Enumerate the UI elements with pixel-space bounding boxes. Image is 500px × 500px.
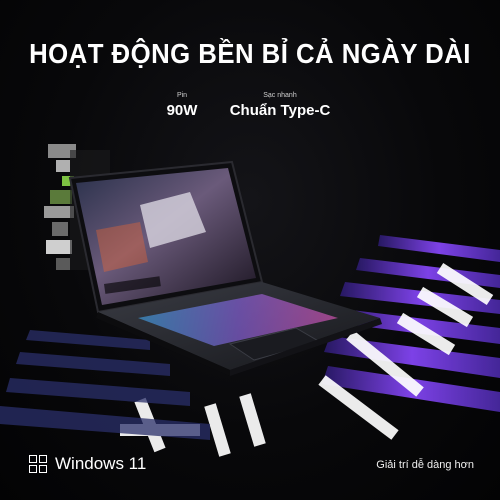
spec-battery-label: Pin	[176, 92, 188, 99]
windows-logo-icon	[29, 455, 47, 473]
tagline: Giải trí dễ dàng hơn	[376, 459, 474, 471]
background-artwork	[0, 144, 500, 457]
spec-charging-label: Sạc nhanh	[263, 92, 297, 99]
spec-battery: Pin 90W	[160, 92, 204, 119]
spec-charging: Sạc nhanh Chuẩn Type-C	[222, 92, 338, 119]
windows-branding: Windows 11	[29, 454, 146, 474]
promo-banner: HOẠT ĐỘNG BỀN BỈ CẢ NGÀY DÀI Pin 90W Sạc…	[0, 0, 500, 500]
spec-charging-value: Chuẩn Type-C	[229, 102, 331, 119]
spec-battery-value: 90W	[166, 102, 198, 119]
headline: HOẠT ĐỘNG BỀN BỈ CẢ NGÀY DÀI	[29, 38, 471, 69]
os-name: Windows 11	[55, 454, 147, 473]
